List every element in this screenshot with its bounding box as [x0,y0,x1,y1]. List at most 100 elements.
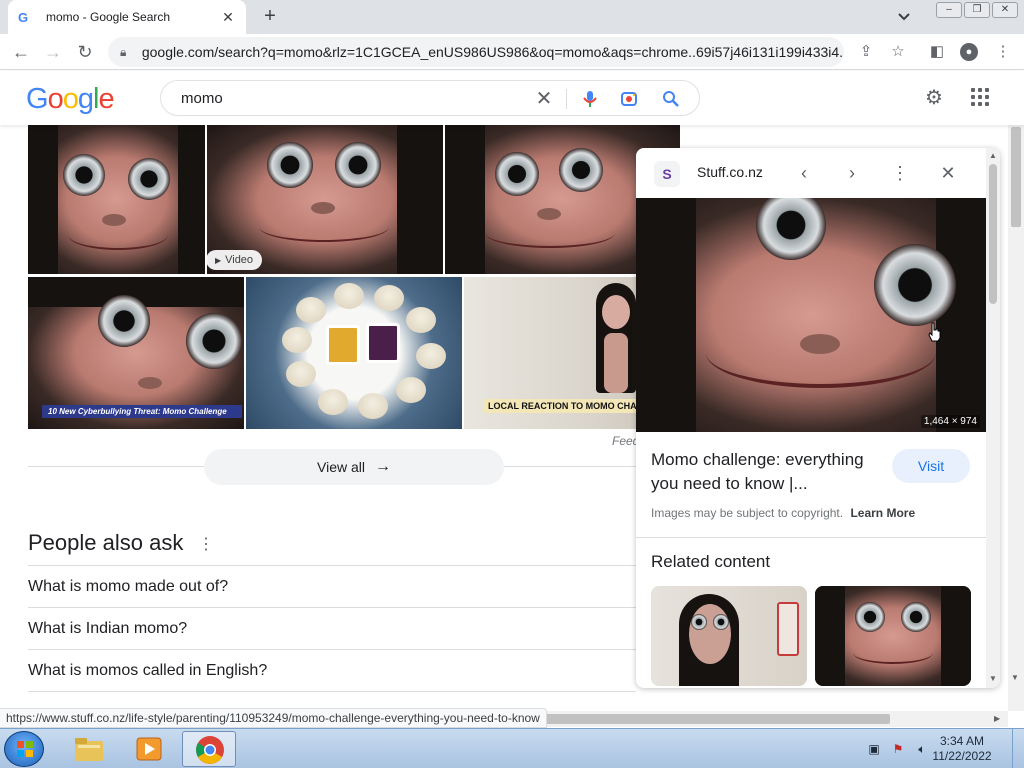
back-arrow-icon[interactable]: ← [10,41,32,63]
image-face [602,295,630,329]
reload-icon[interactable]: ↻ [74,41,96,63]
network-tray-icon[interactable]: ▣ [866,741,882,757]
microphone-icon[interactable] [580,89,600,109]
image-hair [397,124,443,274]
windows-logo-icon [17,741,33,757]
windows-taskbar: ▣ ⚑ 🔈︎ 3:34 AM 11/22/2022 [0,728,1024,768]
google-lens-camera-icon[interactable] [619,89,639,109]
maximize-button[interactable]: ❐ [964,2,990,18]
more-options-icon[interactable]: ⋮ [889,162,911,184]
panel-divider [636,537,986,538]
address-url[interactable]: google.com/search?q=momo&rlz=1C1GCEA_enU… [142,44,844,60]
image-eye [559,148,603,192]
settings-gear-icon[interactable]: ⚙ [922,86,946,110]
learn-more-link[interactable]: Learn More [850,506,915,520]
news-caption-text: New Cyberbullying Threat: Momo Challenge [59,407,227,416]
share-icon[interactable]: ⇪ [857,43,875,61]
google-favicon-icon: G [18,9,29,25]
media-player-taskbar-button[interactable] [122,731,176,767]
profile-avatar-icon[interactable]: ● [960,43,978,61]
question-divider [28,691,636,692]
panel-scrollbar[interactable]: ▲ ▼ [986,148,1000,688]
browser-toolbar: ← → ↻ 🔒︎ google.com/search?q=momo&rlz=1C… [0,34,1024,70]
more-options-icon[interactable]: ⋮ [198,534,214,554]
site-name[interactable]: Stuff.co.nz [697,164,763,180]
address-bar[interactable]: 🔒︎ google.com/search?q=momo&rlz=1C1GCEA_… [108,37,844,67]
scroll-up-icon[interactable]: ▲ [988,151,998,160]
image-eye [691,614,707,630]
wall-device [777,602,799,656]
logo-letter: e [98,83,114,115]
file-explorer-taskbar-button[interactable] [62,731,116,767]
local-news-caption: LOCAL REACTION TO MOMO CHA [484,399,641,413]
image-smile [68,220,168,250]
image-dimensions: 1,464 × 974 [920,415,980,428]
side-panel-icon[interactable]: ◧ [928,43,946,61]
play-icon: ▶ [214,255,222,265]
image-nose [138,377,162,389]
hand-cursor-icon [928,322,941,342]
tab-close-icon[interactable]: ✕ [220,9,236,26]
related-image-1[interactable] [651,586,807,686]
status-bar-url: https://www.stuff.co.nz/life-style/paren… [0,708,547,728]
related-content-title: Related content [651,552,771,571]
previous-chevron-icon[interactable]: ‹ [793,162,815,184]
copyright-notice: Images may be subject to copyright. Lear… [651,506,915,520]
clear-search-icon[interactable]: ✕ [534,89,554,109]
system-clock[interactable]: 3:34 AM 11/22/2022 [930,734,994,764]
window-close-button[interactable]: ✕ [992,2,1018,18]
image-hair [28,124,58,274]
tab-title: momo - Google Search [46,10,171,24]
question-divider [28,565,636,566]
browser-tab-active[interactable]: G momo - Google Search ✕ [8,0,246,34]
search-input[interactable] [181,89,521,107]
page-vertical-scrollbar[interactable]: ▲ ▼ [1008,71,1024,711]
scroll-right-icon[interactable]: ▶ [994,714,1000,723]
preview-image[interactable]: 1,464 × 974 [636,198,986,432]
image-body [604,333,628,393]
question-item[interactable]: What is Indian momo? [28,620,187,638]
google-header: Google ✕ ⚙ [0,71,1024,125]
google-apps-grid-icon[interactable] [970,87,990,107]
image-smile [706,318,936,388]
page-scroll-thumb[interactable] [1011,127,1021,227]
question-item[interactable]: What is momos called in English? [28,662,267,680]
window-controls: – ❐ ✕ [936,2,1018,18]
bookmark-star-icon[interactable]: ☆ [889,43,907,61]
show-desktop-button[interactable] [1012,729,1024,768]
action-center-flag-icon[interactable]: ⚑ [890,741,906,757]
image-result-momo-news[interactable]: 10 New Cyberbullying Threat: Momo Challe… [28,277,244,429]
close-panel-icon[interactable]: ✕ [937,162,959,184]
tab-search-chevron-icon[interactable] [896,8,912,24]
forward-arrow-icon[interactable]: → [42,41,64,63]
folder-icon [75,738,103,761]
panel-result-title[interactable]: Momo challenge: everything you need to k… [651,448,891,496]
image-smile [485,218,615,248]
image-hair [815,586,845,686]
browser-menu-icon[interactable]: ⋮ [994,43,1012,61]
news-channel-number: 10 [48,407,57,416]
chrome-icon [196,736,224,764]
question-item[interactable]: What is momo made out of? [28,578,228,596]
search-box[interactable]: ✕ [160,80,700,116]
image-eye [756,198,826,260]
new-tab-button[interactable]: + [258,4,282,28]
image-eye [335,142,381,188]
visit-button[interactable]: Visit [892,449,970,483]
image-result-momo-1[interactable] [28,124,205,274]
next-chevron-icon[interactable]: › [841,162,863,184]
volume-icon[interactable]: 🔈︎ [914,741,930,757]
search-divider [566,89,567,109]
related-image-2[interactable] [815,586,971,686]
view-all-button[interactable]: View all → [204,449,504,485]
minimize-button[interactable]: – [936,2,962,18]
image-result-momo-food[interactable] [246,277,462,429]
start-button[interactable] [4,731,44,767]
search-icon[interactable] [661,89,681,109]
scroll-down-icon[interactable]: ▼ [988,674,998,683]
scroll-down-icon[interactable]: ▼ [1011,673,1019,682]
image-smile [259,212,389,242]
panel-scroll-thumb[interactable] [989,164,997,304]
chrome-taskbar-button[interactable] [182,731,236,767]
google-logo[interactable]: Google [26,83,115,116]
